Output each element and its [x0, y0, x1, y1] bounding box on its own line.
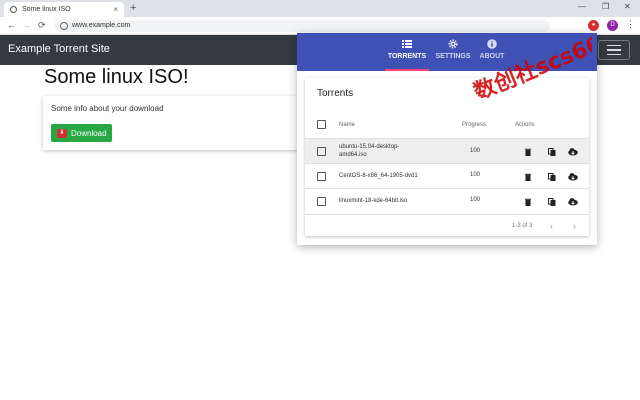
table-header: Name Progress Actions	[305, 114, 589, 138]
globe-icon	[10, 6, 17, 13]
restore-icon[interactable]: ❐	[602, 2, 609, 11]
column-header-name[interactable]: Name	[339, 122, 355, 128]
window-close-icon[interactable]: ✕	[624, 2, 631, 11]
tab-settings[interactable]: SETTINGS	[433, 33, 473, 71]
new-tab-button[interactable]: +	[130, 2, 136, 14]
active-tab-indicator	[385, 69, 429, 71]
pagination-range: 1-3 of 3	[512, 223, 533, 229]
browser-tab[interactable]: Some linux ISO ×	[4, 2, 124, 17]
torrents-card-title: Torrents	[317, 88, 354, 99]
prev-page-icon[interactable]: ‹	[550, 221, 553, 231]
cloud-download-icon[interactable]	[568, 173, 578, 181]
hamburger-line-icon	[607, 49, 621, 51]
tab-close-icon[interactable]: ×	[113, 5, 118, 14]
torrent-progress: 100	[470, 148, 481, 154]
row-checkbox[interactable]	[317, 197, 326, 206]
address-bar-url: www.example.com	[72, 22, 131, 29]
browser-tab-strip: Some linux ISO × + — ❐ ✕	[0, 0, 640, 17]
page-title: Some linux ISO!	[44, 66, 189, 88]
download-button-label: Download	[71, 128, 107, 138]
next-page-icon[interactable]: ›	[573, 221, 576, 231]
table-row[interactable]: linuxmint-18-kde-64bit.iso 100	[305, 188, 589, 213]
table-pagination: 1-3 of 3 ‹ ›	[305, 214, 589, 236]
download-info-card: Some info about your download ⬇ Download	[43, 96, 303, 150]
hamburger-menu-button[interactable]	[598, 40, 630, 60]
row-checkbox[interactable]	[317, 147, 326, 156]
cloud-download-icon[interactable]	[568, 198, 578, 206]
list-icon	[402, 40, 412, 48]
gear-icon	[448, 39, 458, 49]
browser-menu-icon[interactable]: ⋮	[626, 19, 635, 30]
forward-icon[interactable]: →	[22, 20, 31, 30]
tab-about[interactable]: ABOUT	[477, 33, 507, 71]
torrent-name: linuxmint-18-kde-64bit.iso	[339, 198, 408, 204]
extension-icon[interactable]: ●	[588, 20, 599, 31]
info-icon	[487, 39, 497, 49]
download-button[interactable]: ⬇ Download	[51, 124, 112, 142]
hamburger-line-icon	[607, 44, 621, 47]
tab-torrents[interactable]: TORRENTS	[385, 33, 429, 71]
column-header-actions: Actions	[515, 122, 535, 128]
reload-icon[interactable]: ⟳	[38, 20, 46, 31]
torrent-name: ubuntu-15.04-desktop-amd64.iso	[339, 144, 400, 158]
table-row[interactable]: ubuntu-15.04-desktop-amd64.iso 100	[305, 138, 589, 163]
copy-icon[interactable]	[548, 198, 556, 206]
popup-tab-bar: TORRENTS SETTINGS ABOUT	[297, 33, 597, 71]
select-all-checkbox[interactable]	[317, 120, 326, 129]
row-checkbox[interactable]	[317, 172, 326, 181]
back-icon[interactable]: ←	[7, 20, 16, 30]
address-bar[interactable]: www.example.com	[54, 20, 550, 32]
download-info-text: Some info about your download	[51, 104, 164, 113]
column-header-progress[interactable]: Progress	[462, 122, 486, 128]
torrent-name: CentOS-8-x86_64-1905-dvd1	[339, 173, 418, 179]
torrents-card: Torrents Name Progress Actions ubuntu-15…	[305, 78, 589, 236]
tab-torrents-label: TORRENTS	[387, 53, 427, 60]
tab-about-label: ABOUT	[479, 53, 505, 60]
hamburger-line-icon	[607, 53, 621, 56]
cloud-download-icon[interactable]	[568, 148, 578, 156]
copy-icon[interactable]	[548, 173, 556, 181]
minimize-icon[interactable]: —	[578, 2, 586, 11]
copy-icon[interactable]	[548, 148, 556, 156]
delete-icon[interactable]	[524, 148, 532, 156]
torrent-extension-popup: TORRENTS SETTINGS ABOUT Torrents Name Pr…	[297, 33, 597, 245]
torrent-progress: 100	[470, 197, 481, 203]
browser-tab-title: Some linux ISO	[22, 6, 71, 13]
tab-settings-label: SETTINGS	[435, 53, 471, 60]
site-info-icon[interactable]	[60, 22, 68, 30]
table-row[interactable]: CentOS-8-x86_64-1905-dvd1 100	[305, 163, 589, 188]
profile-avatar[interactable]: D	[607, 20, 618, 31]
delete-icon[interactable]	[524, 173, 532, 181]
delete-icon[interactable]	[524, 198, 532, 206]
site-brand[interactable]: Example Torrent Site	[8, 43, 110, 55]
torrent-progress: 100	[470, 172, 481, 178]
torrent-extension-icon: ⬇	[57, 128, 67, 138]
